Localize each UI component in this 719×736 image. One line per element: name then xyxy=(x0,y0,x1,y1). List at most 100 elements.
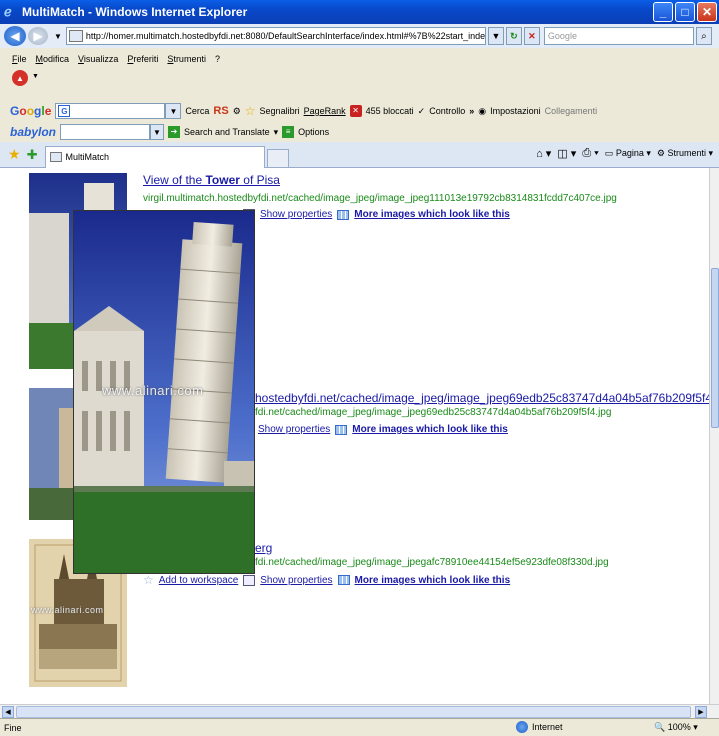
properties-icon xyxy=(243,574,256,586)
address-url: http://homer.multimatch.hostedbyfdi.net:… xyxy=(85,31,486,41)
result-url: virgil.multimatch.hostedbyfdi.net/cached… xyxy=(143,193,617,204)
ie-logo-icon: ℯ xyxy=(4,4,12,19)
settings-button[interactable]: Impostazioni xyxy=(490,106,541,116)
refresh-icon[interactable]: ↻ xyxy=(505,27,522,45)
result-title-link[interactable]: View of the Tower of Pisa xyxy=(143,173,280,187)
babylon-translate-icon[interactable]: ▾ xyxy=(274,127,279,138)
result-actions: Show properties More images which look l… xyxy=(258,424,508,435)
add-to-workspace-link[interactable]: Add to workspace xyxy=(159,575,239,586)
stop-icon[interactable]: ✕ xyxy=(523,27,540,45)
search-input[interactable]: Google xyxy=(543,27,694,45)
add-favorite-icon[interactable]: ✚ xyxy=(27,147,38,163)
close-window-button[interactable]: ✕ xyxy=(697,2,717,22)
google-g-icon: G xyxy=(58,105,71,117)
minimize-button[interactable]: _ xyxy=(653,2,673,22)
page-icon xyxy=(68,30,83,42)
history-dropdown-icon[interactable]: ▼ xyxy=(54,32,62,41)
google-toolbar: Google G ▼ Cerca RS ⚙ ☆ Segnalibri PageR… xyxy=(0,100,719,122)
search-icon[interactable]: ⌕ xyxy=(695,27,712,45)
result-actions: Show properties More images which look l… xyxy=(243,209,510,220)
show-properties-link[interactable]: Show properties xyxy=(260,575,332,586)
new-tab-button[interactable] xyxy=(267,148,290,167)
horizontal-scrollbar[interactable]: ◀ ▶ xyxy=(0,704,719,718)
horizontal-scroll-thumb[interactable] xyxy=(16,706,691,718)
zone-label: Internet xyxy=(532,722,563,732)
similar-images-icon xyxy=(337,575,350,585)
google-search-button[interactable]: Cerca xyxy=(185,106,209,116)
vertical-scroll-thumb[interactable] xyxy=(711,268,719,428)
home-icon[interactable]: ⌂ ▾ xyxy=(536,147,551,160)
spellcheck-icon: ✓ xyxy=(417,105,426,116)
pdf-icon[interactable]: ▲ xyxy=(12,70,28,86)
page-menu-button[interactable]: ▭ Pagina ▾ xyxy=(605,148,651,159)
favorites-center-icon[interactable]: ★ xyxy=(8,146,21,163)
babylon-toolbar: babylon ▼ ➔ Search and Translate ▾ ≡ Opt… xyxy=(0,122,719,142)
pagerank-indicator[interactable]: PageRank xyxy=(304,106,346,116)
back-button[interactable]: ◀ xyxy=(4,26,26,46)
maximize-button[interactable]: □ xyxy=(675,2,695,22)
preview-watermark: www.alinari.com xyxy=(102,383,204,398)
options-button[interactable]: Options xyxy=(298,127,329,137)
vertical-scrollbar[interactable] xyxy=(709,168,719,704)
address-row: ◀ ▶ ▼ http://homer.multimatch.hostedbyfd… xyxy=(0,24,719,48)
menu-view[interactable]: Visualizza xyxy=(78,54,118,64)
menu-tools[interactable]: Strumenti xyxy=(167,54,206,64)
babylon-logo: babylon xyxy=(10,125,57,139)
popup-blocker-icon: ✕ xyxy=(349,105,362,117)
security-zone: Internet xyxy=(516,721,563,733)
show-properties-link[interactable]: Show properties xyxy=(260,209,332,220)
pdf-dropdown-icon[interactable]: ▼ xyxy=(32,73,39,80)
title-bar: ℯ MultiMatch - Windows Internet Explorer… xyxy=(0,0,719,24)
result-url: fdi.net/cached/image_jpeg/image_jpeg69ed… xyxy=(255,407,612,418)
window-title: MultiMatch - Windows Internet Explorer xyxy=(22,5,248,19)
tab-multimatch[interactable]: MultiMatch xyxy=(45,145,266,168)
result-actions: ☆ Add to workspace Show properties More … xyxy=(143,573,510,587)
spellcheck-button[interactable]: Controllo xyxy=(429,106,465,116)
scroll-right-button[interactable]: ▶ xyxy=(695,706,707,718)
bookmarks-button[interactable]: Segnalibri xyxy=(260,106,300,116)
menu-edit[interactable]: Modifica xyxy=(36,54,70,64)
menu-favorites[interactable]: Preferiti xyxy=(127,54,158,64)
similar-images-icon xyxy=(337,209,350,220)
babylon-search-input[interactable] xyxy=(60,124,151,140)
tab-page-icon xyxy=(50,152,63,162)
links-button[interactable]: Collegamenti xyxy=(545,106,598,116)
search-translate-button[interactable]: Search and Translate xyxy=(184,127,270,137)
address-field[interactable]: http://homer.multimatch.hostedbyfdi.net:… xyxy=(65,27,486,45)
tools-menu-button[interactable]: ⚙ Strumenti ▾ xyxy=(657,148,713,159)
babylon-dropdown[interactable]: ▼ xyxy=(150,124,165,140)
workspace-star-icon: ☆ xyxy=(143,573,154,587)
status-text: Fine xyxy=(4,722,22,733)
google-search-dropdown[interactable]: ▼ xyxy=(165,103,182,119)
rs-button[interactable]: RS xyxy=(213,105,228,117)
print-icon[interactable]: ⎙ ▾ xyxy=(582,147,598,160)
share-icon[interactable]: ⚙ xyxy=(233,106,241,117)
more-images-link[interactable]: More images which look like this xyxy=(354,209,510,220)
result-url: fdi.net/cached/image_jpeg/image_jpegafc7… xyxy=(255,557,609,568)
bookmark-star-icon[interactable]: ☆ xyxy=(245,104,256,118)
command-bar: ⌂ ▾ ◫ ▾ ⎙ ▾ ▭ Pagina ▾ ⚙ Strumenti ▾ xyxy=(536,147,713,160)
menu-file[interactable]: File xyxy=(12,54,27,64)
globe-icon xyxy=(516,721,528,733)
more-images-link[interactable]: More images which look like this xyxy=(352,424,508,435)
scroll-left-button[interactable]: ◀ xyxy=(2,706,14,718)
status-bar: Fine Internet 🔍 100% ▾ xyxy=(0,718,719,736)
result-title-link[interactable]: erg xyxy=(255,541,272,555)
more-images-link[interactable]: More images which look like this xyxy=(355,575,511,586)
address-dropdown-button[interactable]: ▼ xyxy=(487,27,504,45)
show-properties-link[interactable]: Show properties xyxy=(258,424,330,435)
google-search-input[interactable]: G xyxy=(55,103,166,119)
menu-bar: File Modifica Visualizza Preferiti Strum… xyxy=(0,48,719,98)
image-preview-overlay[interactable]: www.alinari.com xyxy=(73,210,255,574)
popup-blocked-count[interactable]: 455 bloccati xyxy=(366,106,414,116)
more-tools-button[interactable]: » xyxy=(469,106,474,116)
zoom-level[interactable]: 🔍 100% ▾ xyxy=(654,722,698,733)
menu-help[interactable]: ? xyxy=(215,54,220,64)
tab-row: ★ ✚ MultiMatch ⌂ ▾ ◫ ▾ ⎙ ▾ ▭ Pagina ▾ ⚙ … xyxy=(0,142,719,168)
google-logo: Google xyxy=(10,104,52,118)
result-title-link[interactable]: hostedbyfdi.net/cached/image_jpeg/image_… xyxy=(255,391,709,405)
go-arrow-icon[interactable]: ➔ xyxy=(168,126,181,138)
forward-button[interactable]: ▶ xyxy=(28,27,48,45)
window-controls: _ □ ✕ xyxy=(653,2,717,22)
feeds-icon[interactable]: ◫ ▾ xyxy=(557,147,576,160)
